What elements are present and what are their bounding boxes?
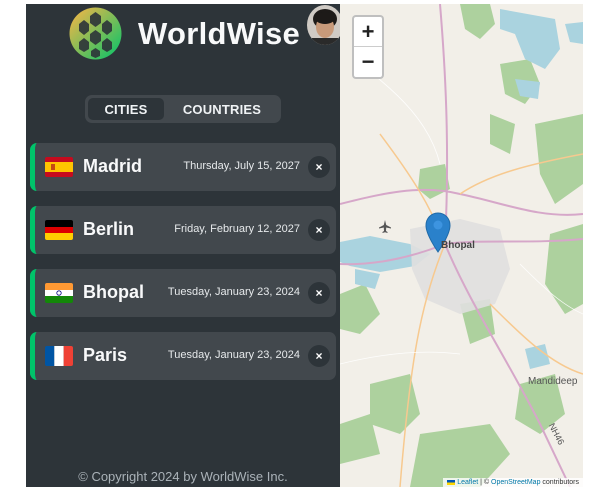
tab-countries[interactable]: COUNTRIES (166, 98, 278, 120)
city-date: Friday, February 12, 2027 (174, 223, 300, 235)
app-name: WorldWise (138, 16, 301, 51)
zoom-out-button[interactable]: − (354, 47, 382, 77)
city-name: Madrid (83, 156, 143, 176)
city-item-berlin[interactable]: Berlin Friday, February 12, 2027 × (30, 206, 336, 254)
city-list: Madrid Thursday, July 15, 2027 × Berlin … (30, 143, 336, 395)
leaflet-link[interactable]: Leaflet (457, 479, 478, 486)
openstreetmap-link[interactable]: OpenStreetMap (491, 479, 540, 486)
map-attribution: Leaflet | © OpenStreetMap contributors (443, 478, 583, 487)
city-item-bhopal[interactable]: Bhopal Tuesday, January 23, 2024 × (30, 269, 336, 317)
zoom-control: + − (352, 15, 384, 79)
ukraine-flag-icon (447, 479, 456, 485)
delete-city-button[interactable]: × (308, 345, 330, 367)
user-avatar[interactable] (307, 5, 343, 45)
city-name: Bhopal (83, 282, 144, 302)
tab-cities[interactable]: CITIES (88, 98, 164, 120)
map-label-mandideep: Mandideep (528, 376, 578, 387)
city-name: Berlin (83, 219, 135, 239)
worldwise-logo-icon (69, 7, 122, 60)
map-view[interactable]: Bhopal Mandideep NH46 + − Leaflet | © Op… (340, 4, 583, 487)
spain-flag-icon (45, 157, 73, 177)
map-label-bhopal: Bhopal (441, 240, 475, 251)
zoom-in-button[interactable]: + (354, 17, 382, 47)
city-date: Tuesday, January 23, 2024 (167, 349, 300, 361)
city-item-madrid[interactable]: Madrid Thursday, July 15, 2027 × (30, 143, 336, 191)
city-date: Thursday, July 15, 2027 (183, 160, 300, 172)
sidebar: WorldWise CITIES COUNTRIES Madrid Thursd… (26, 4, 343, 487)
view-tabs: CITIES COUNTRIES (85, 95, 281, 123)
delete-city-button[interactable]: × (308, 219, 330, 241)
attribution-suffix: contributors (540, 479, 579, 486)
delete-city-button[interactable]: × (308, 282, 330, 304)
germany-flag-icon (45, 220, 73, 240)
city-date: Tuesday, January 23, 2024 (167, 286, 300, 298)
app-window: WorldWise CITIES COUNTRIES Madrid Thursd… (0, 0, 608, 499)
city-name: Paris (83, 345, 128, 365)
user-photo-icon (307, 5, 343, 45)
france-flag-icon (45, 346, 73, 366)
delete-city-button[interactable]: × (308, 156, 330, 178)
copyright-footer: © Copyright 2024 by WorldWise Inc. (78, 469, 288, 484)
india-flag-icon (45, 283, 73, 303)
attribution-separator: | © (478, 479, 492, 486)
city-item-paris[interactable]: Paris Tuesday, January 23, 2024 × (30, 332, 336, 380)
